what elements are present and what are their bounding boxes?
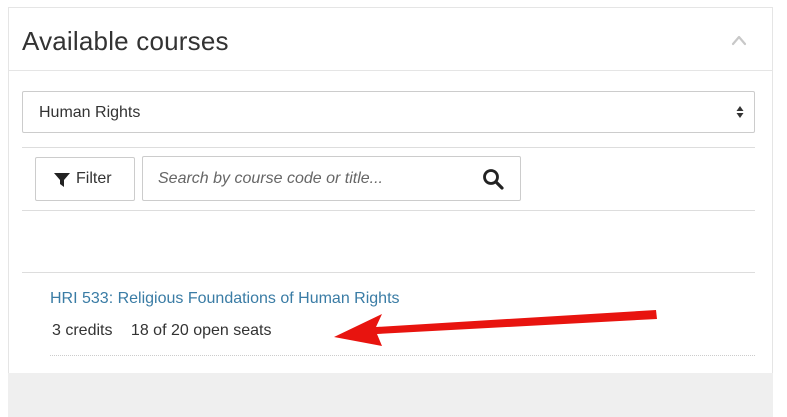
program-select[interactable]: Human Rights [22,91,755,133]
divider [22,210,755,211]
chevron-up-icon[interactable] [731,34,747,46]
program-select-value: Human Rights [39,104,141,121]
funnel-icon [54,173,70,187]
panel-header: Available courses [9,8,772,71]
course-meta: 3 credits 18 of 20 open seats [52,322,271,340]
search-box [142,156,521,201]
divider [22,147,755,148]
magnifier-icon[interactable] [482,168,504,190]
course-credits: 3 credits [52,322,113,339]
divider [22,272,755,273]
search-input[interactable] [144,158,464,199]
panel-title: Available courses [22,26,229,56]
available-courses-panel: Available courses Human Rights Filter HR… [8,7,773,373]
page-background [8,373,773,417]
filter-button[interactable]: Filter [35,157,135,201]
list-item-divider [50,355,755,356]
sort-caret-icon [736,106,744,118]
filter-label: Filter [76,170,112,187]
course-title-link[interactable]: HRI 533: Religious Foundations of Human … [50,290,400,308]
course-open-seats: 18 of 20 open seats [130,322,272,339]
page-margin [773,0,787,417]
